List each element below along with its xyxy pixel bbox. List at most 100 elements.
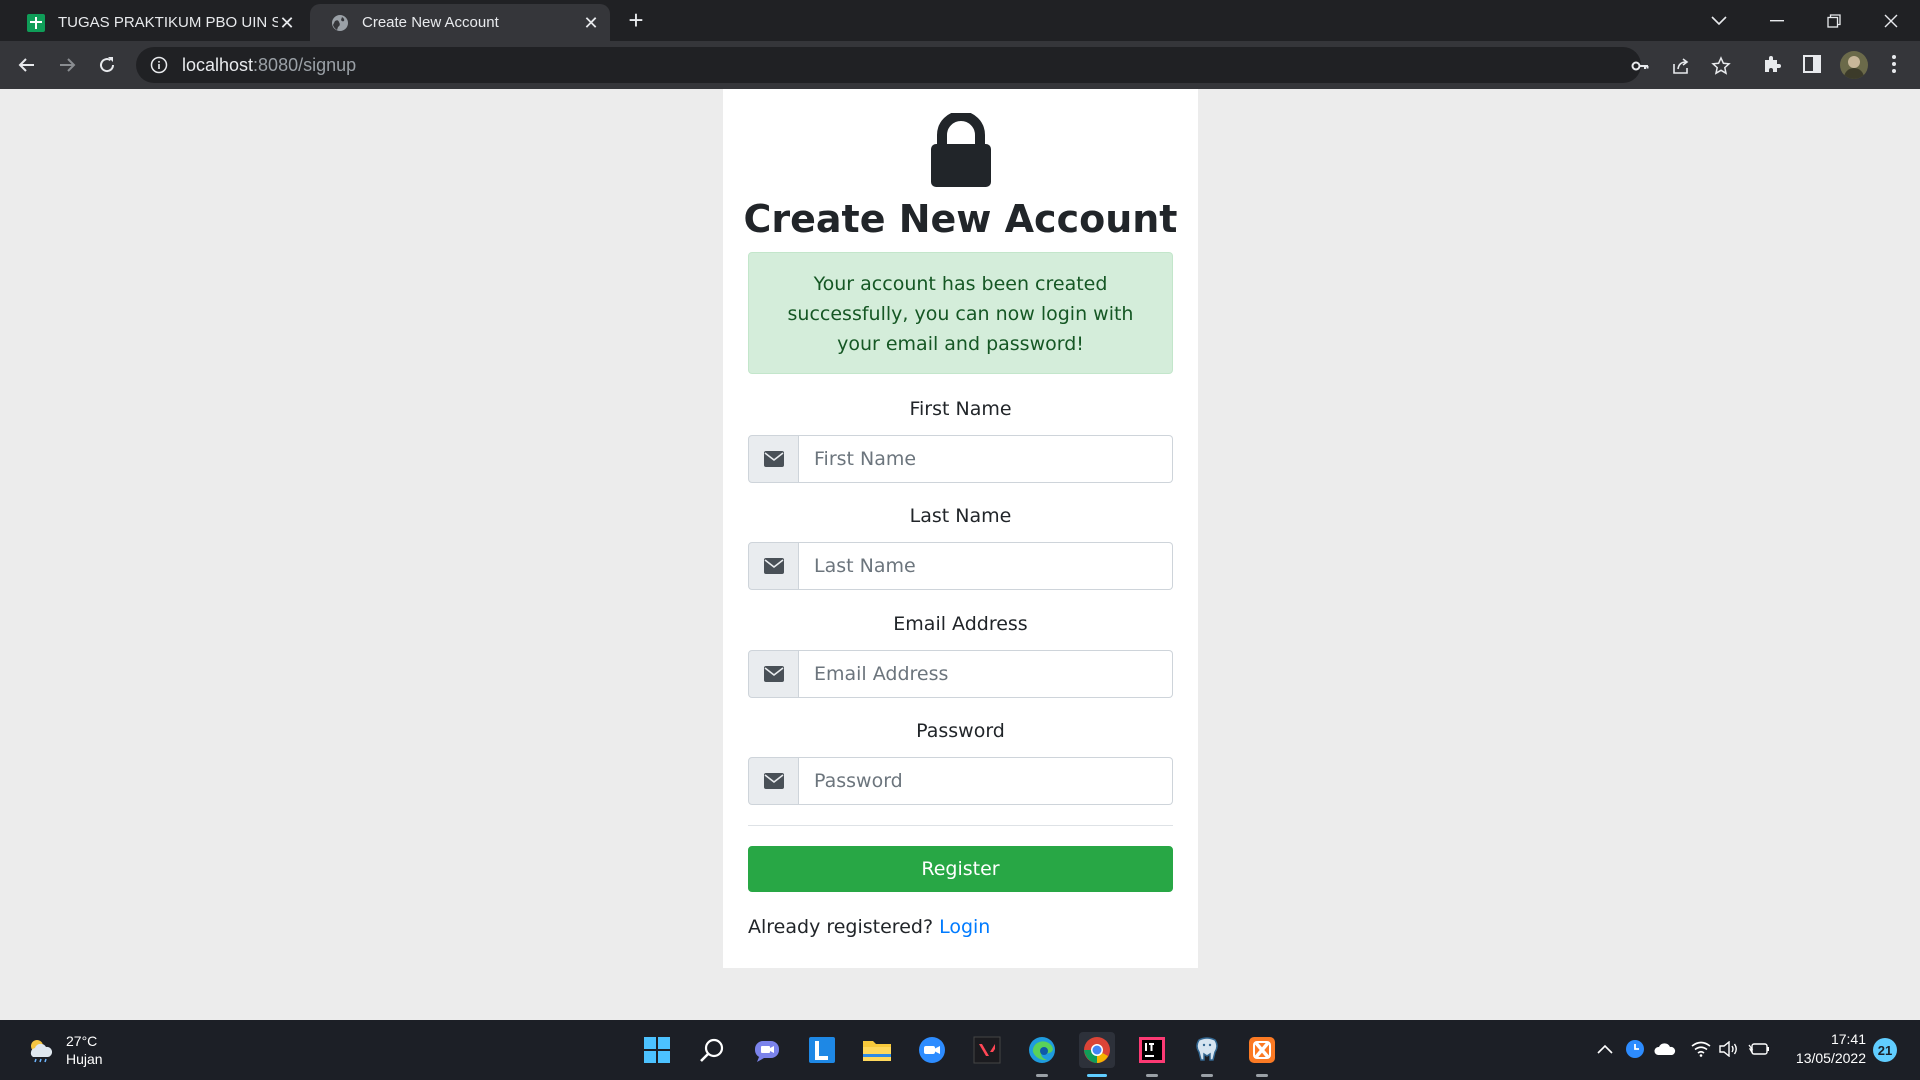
- folder-icon: [863, 1041, 891, 1061]
- last-name-label: Last Name: [909, 505, 1012, 527]
- taskbar-chrome[interactable]: [1079, 1032, 1115, 1077]
- tray-battery[interactable]: [1748, 1038, 1770, 1060]
- weather-text: 27°C Hujan: [66, 1032, 103, 1068]
- side-panel-icon[interactable]: [1801, 53, 1823, 75]
- battery-charging-icon: [1748, 1043, 1769, 1055]
- avatar[interactable]: [1840, 51, 1868, 79]
- taskbar-clock[interactable]: 17:41 13/05/2022: [1782, 1030, 1866, 1068]
- divider: [748, 825, 1173, 826]
- windows-icon: [644, 1037, 670, 1063]
- tab-tugas-praktikum[interactable]: TUGAS PRAKTIKUM PBO UIN SGD ✕: [6, 4, 306, 41]
- signup-card: Create New Account Your account has been…: [723, 89, 1198, 968]
- tray-onedrive[interactable]: [1654, 1038, 1676, 1060]
- info-icon: [150, 56, 168, 74]
- register-button[interactable]: Register: [748, 846, 1173, 892]
- taskbar-search-button[interactable]: [694, 1032, 730, 1068]
- taskbar-postgresql[interactable]: [1189, 1032, 1225, 1077]
- success-alert: Your account has been created successful…: [748, 252, 1173, 374]
- start-button[interactable]: [639, 1032, 675, 1068]
- taskbar-zoom[interactable]: [914, 1032, 950, 1068]
- tray-wifi[interactable]: [1690, 1038, 1712, 1060]
- close-tab-icon[interactable]: ✕: [582, 14, 600, 32]
- email-group: [748, 650, 1173, 698]
- page-viewport: Create New Account Your account has been…: [0, 89, 1920, 1020]
- more-menu-icon[interactable]: [1883, 53, 1905, 75]
- already-registered-text: Already registered? Login: [748, 916, 990, 938]
- taskbar-edge[interactable]: [1024, 1032, 1060, 1077]
- intellij-icon: [1139, 1037, 1165, 1063]
- restore-button[interactable]: [1805, 0, 1863, 41]
- taskbar-intellij[interactable]: [1134, 1032, 1170, 1077]
- search-icon: [700, 1038, 724, 1062]
- lock-icon: [931, 113, 991, 187]
- chevron-up-icon: [1597, 1044, 1613, 1054]
- speaker-icon: [1719, 1041, 1737, 1057]
- running-indicator: [1201, 1074, 1213, 1077]
- email-field[interactable]: [799, 650, 1173, 698]
- already-registered-label: Already registered?: [748, 916, 934, 938]
- clock-date: 13/05/2022: [1795, 1050, 1866, 1066]
- running-indicator: [1036, 1074, 1048, 1077]
- weather-widget[interactable]: 27°C Hujan: [26, 1032, 103, 1068]
- video-camera-icon: [919, 1037, 945, 1063]
- envelope-icon: [763, 666, 784, 682]
- reload-button[interactable]: [93, 51, 121, 79]
- browser-tab-strip: TUGAS PRAKTIKUM PBO UIN SGD ✕ Create New…: [0, 0, 1920, 41]
- forward-button[interactable]: [53, 51, 81, 79]
- taskbar-teams-chat[interactable]: [749, 1032, 785, 1068]
- close-icon: [1884, 14, 1898, 27]
- clock-time: 17:41: [1830, 1031, 1866, 1047]
- minimize-button[interactable]: [1748, 0, 1806, 41]
- input-addon: [748, 542, 799, 590]
- share-icon[interactable]: [1671, 56, 1691, 76]
- taskbar-valorant[interactable]: [969, 1032, 1005, 1068]
- chat-icon: [755, 1041, 779, 1062]
- chevron-down-icon: [1711, 15, 1727, 25]
- password-label: Password: [916, 720, 1005, 742]
- first-name-input[interactable]: [799, 435, 1173, 483]
- last-name-input[interactable]: [799, 542, 1173, 590]
- chrome-icon: [1084, 1037, 1110, 1063]
- running-indicator: [1146, 1074, 1158, 1077]
- address-bar[interactable]: localhost:8080/signup: [136, 47, 1731, 83]
- envelope-icon: [763, 773, 784, 789]
- wifi-icon: [1691, 1041, 1711, 1057]
- taskbar-app-l[interactable]: [804, 1032, 840, 1068]
- running-indicator: [1256, 1074, 1268, 1077]
- close-window-button[interactable]: [1862, 0, 1920, 41]
- new-tab-button[interactable]: +: [624, 7, 648, 33]
- cloud-icon: [1654, 1043, 1676, 1055]
- active-indicator: [1087, 1074, 1107, 1077]
- tab-search-button[interactable]: [1690, 0, 1748, 41]
- cloud-sun-rain-icon: [30, 1040, 53, 1063]
- tab-title: TUGAS PRAKTIKUM PBO UIN SGD: [58, 14, 278, 31]
- tray-volume[interactable]: [1718, 1038, 1740, 1060]
- first-name-label: First Name: [909, 398, 1012, 420]
- reload-icon: [100, 57, 115, 73]
- taskbar-file-explorer[interactable]: [859, 1032, 895, 1068]
- taskbar: 27°C Hujan 17:41 13/05/2022 21: [0, 1020, 1920, 1080]
- password-field[interactable]: [799, 757, 1173, 805]
- url-text: localhost:8080/signup: [182, 55, 356, 76]
- edge-icon: [1029, 1037, 1055, 1063]
- notification-badge[interactable]: 21: [1873, 1038, 1897, 1062]
- clock-app-icon: [1626, 1040, 1644, 1058]
- tray-clock-app[interactable]: [1624, 1038, 1646, 1060]
- input-addon: [748, 757, 799, 805]
- browser-toolbar: localhost:8080/signup: [0, 41, 1920, 89]
- key-icon[interactable]: [1630, 56, 1650, 76]
- url-host: localhost: [182, 54, 254, 75]
- login-link[interactable]: Login: [939, 916, 990, 938]
- tab-create-new-account[interactable]: Create New Account ✕: [310, 4, 610, 41]
- show-hidden-icons-button[interactable]: [1594, 1038, 1616, 1060]
- url-path: :8080/signup: [253, 54, 357, 75]
- close-tab-icon[interactable]: ✕: [278, 14, 296, 32]
- taskbar-xampp[interactable]: [1244, 1032, 1280, 1077]
- last-name-group: [748, 542, 1173, 590]
- weather-temp: 27°C: [66, 1033, 98, 1049]
- password-group: [748, 757, 1173, 805]
- extensions-icon[interactable]: [1761, 53, 1783, 75]
- back-button[interactable]: [13, 51, 41, 79]
- bookmark-star-icon[interactable]: [1711, 56, 1731, 76]
- first-name-group: [748, 435, 1173, 483]
